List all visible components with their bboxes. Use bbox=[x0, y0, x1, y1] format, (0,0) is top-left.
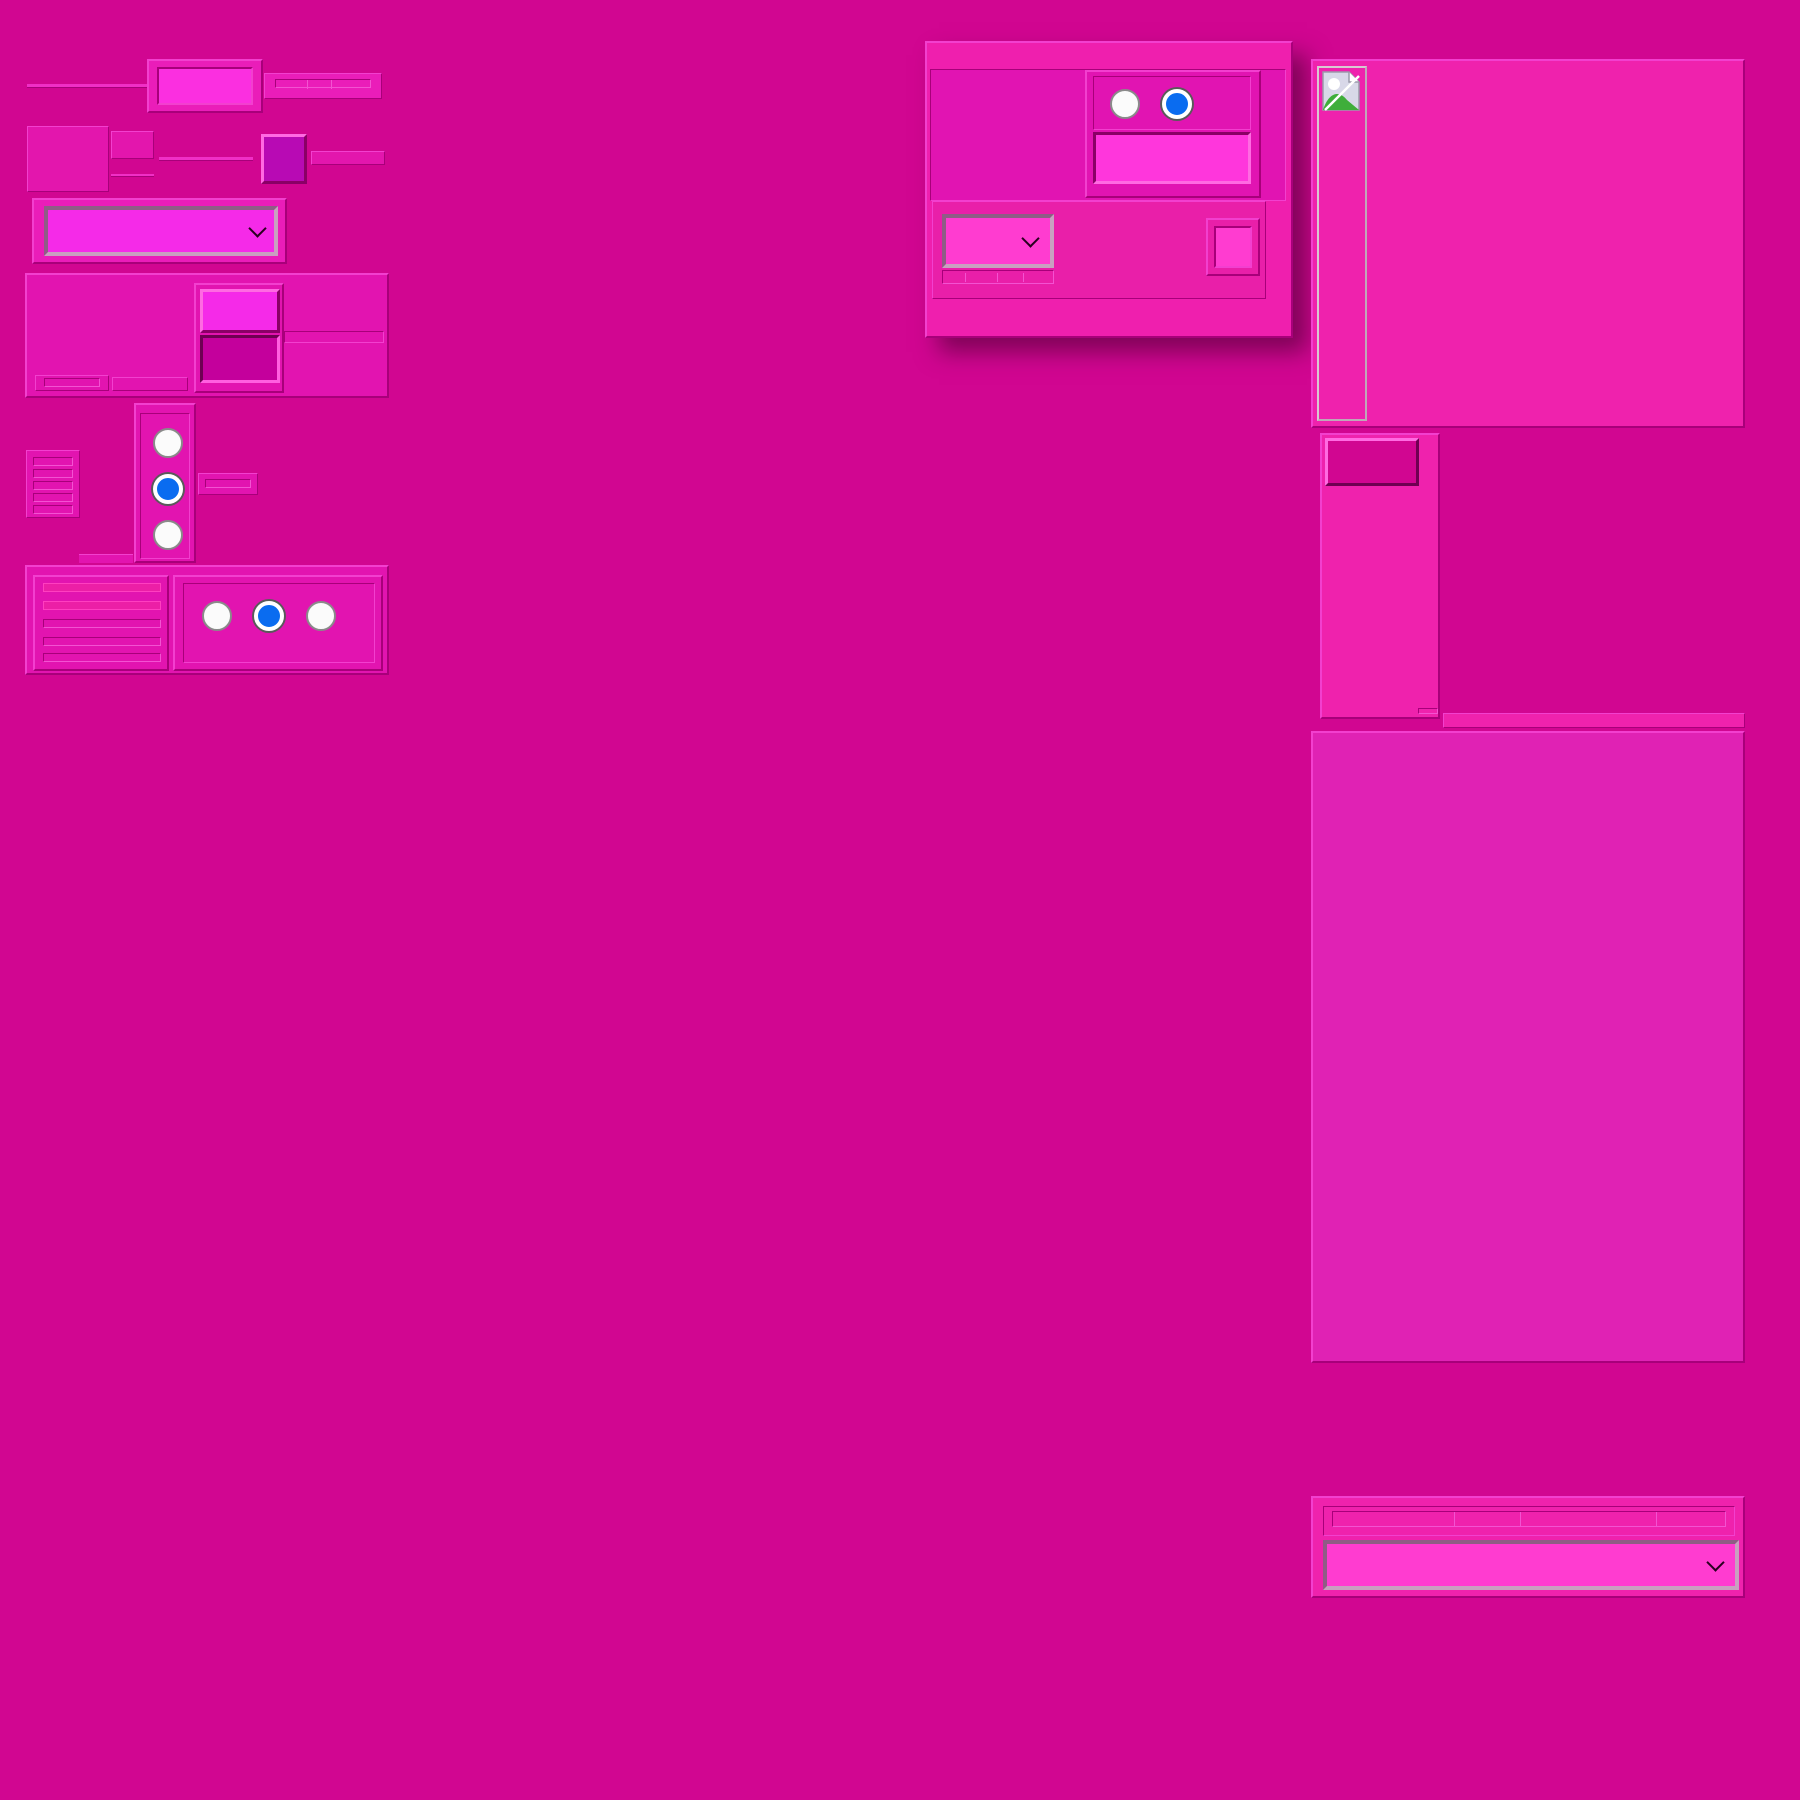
dialog-checkbox-frame bbox=[1206, 218, 1260, 276]
text-field[interactable] bbox=[157, 67, 253, 105]
radio-option-2[interactable] bbox=[1162, 89, 1192, 119]
radio-box bbox=[1085, 70, 1261, 198]
mini-button[interactable] bbox=[111, 131, 154, 159]
image-frame bbox=[1317, 66, 1367, 421]
divider-line bbox=[159, 157, 253, 161]
small-label-box bbox=[264, 73, 382, 99]
radio-option-3[interactable] bbox=[306, 601, 336, 631]
button-stack bbox=[194, 283, 284, 393]
dialog-text-field[interactable] bbox=[1093, 132, 1251, 184]
panel-divider bbox=[284, 331, 384, 343]
footer-tab[interactable] bbox=[112, 377, 188, 391]
right-button[interactable] bbox=[1325, 438, 1419, 486]
text-field-frame bbox=[147, 59, 263, 113]
button-column bbox=[1320, 433, 1440, 719]
dropdown-frame bbox=[32, 198, 287, 264]
radio-option-1[interactable] bbox=[1110, 89, 1140, 119]
radio-option-2[interactable] bbox=[254, 601, 284, 631]
pressed-button[interactable] bbox=[200, 335, 280, 383]
left-widgets bbox=[0, 0, 400, 700]
image-placeholder bbox=[27, 126, 109, 192]
text-list bbox=[26, 450, 80, 518]
chevron-down-icon bbox=[1021, 229, 1040, 248]
content-area bbox=[1311, 731, 1745, 1363]
list-radio-panel bbox=[25, 565, 389, 675]
dialog-body bbox=[930, 69, 1286, 201]
short-bar bbox=[311, 151, 385, 165]
radio-option-1[interactable] bbox=[153, 428, 183, 458]
radio-group-horizontal bbox=[173, 575, 383, 671]
horizontal-bar bbox=[1443, 713, 1745, 728]
list-box[interactable] bbox=[33, 575, 169, 671]
bottom-select-panel bbox=[1311, 1496, 1745, 1598]
label-line bbox=[275, 79, 371, 88]
image-panel bbox=[1311, 59, 1745, 428]
radio-caption bbox=[198, 473, 258, 495]
dropdown-caption bbox=[942, 270, 1054, 284]
dialog-dropdown[interactable] bbox=[942, 214, 1054, 268]
bottom-dropdown[interactable] bbox=[1323, 1540, 1739, 1590]
thin-divider bbox=[27, 84, 147, 88]
primary-button[interactable] bbox=[200, 289, 280, 333]
mini-divider bbox=[111, 174, 154, 177]
chevron-down-icon bbox=[248, 219, 267, 238]
radio-option-3[interactable] bbox=[153, 520, 183, 550]
square-button[interactable] bbox=[261, 134, 307, 184]
tab-strip bbox=[1323, 1506, 1735, 1536]
radio-group-vertical bbox=[134, 403, 196, 563]
button-panel bbox=[25, 273, 389, 398]
dialog-footer bbox=[932, 201, 1266, 299]
dialog-checkbox[interactable] bbox=[1214, 226, 1252, 268]
resize-grip[interactable] bbox=[1418, 708, 1438, 714]
dropdown[interactable] bbox=[44, 206, 278, 256]
footer-tab[interactable] bbox=[35, 375, 109, 391]
radio-option-1[interactable] bbox=[202, 601, 232, 631]
radio-option-2[interactable] bbox=[153, 474, 183, 504]
broken-image-icon bbox=[1322, 71, 1360, 111]
caption-line bbox=[79, 554, 133, 563]
dialog bbox=[925, 41, 1293, 338]
chevron-down-icon bbox=[1706, 1553, 1725, 1572]
